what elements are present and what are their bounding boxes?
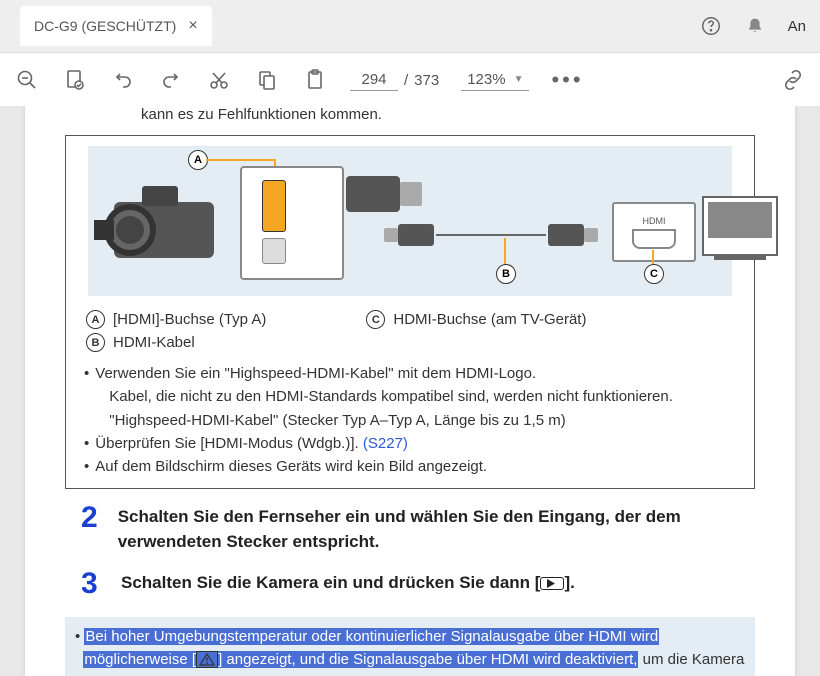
bell-icon[interactable] [744,15,766,37]
undo-icon[interactable] [110,67,136,93]
hdmi-diagram: A B HD [88,146,732,296]
redo-icon[interactable] [158,67,184,93]
page-total: 373 [414,72,439,89]
bullet-list: • Verwenden Sie ein "Highspeed-HDMI-Kabe… [84,362,742,478]
signin-link[interactable]: An [788,18,806,35]
callout-c: C [644,264,664,284]
callout-a: A [188,150,208,170]
step-2: 2 Schalten Sie den Fernseher ein und wäh… [25,489,795,554]
play-icon [540,577,564,590]
zoom-value: 123% [467,71,505,88]
cut-icon[interactable] [206,67,232,93]
clipboard-icon[interactable] [302,67,328,93]
tv-icon [702,196,778,256]
legend: A[HDMI]-Buchse (Typ A) BHDMI-Kabel CHDMI… [78,310,742,352]
info-box: A B HD [65,135,755,489]
callout-b: B [496,264,516,284]
camera-icon [94,174,234,270]
edit-pdf-icon[interactable] [62,67,88,93]
page-sep: / [404,72,408,89]
warning-icon [196,651,218,668]
note-box: • Bei hoher Umgebungstemperatur oder kon… [65,617,755,676]
zoom-dropdown[interactable]: 123% ▼ [461,69,529,91]
more-icon[interactable]: ••• [551,67,583,93]
page-control: / 373 [350,69,439,91]
tab-bar: DC-G9 (GESCHÜTZT) × An [0,0,820,53]
zoom-out-icon[interactable] [14,67,40,93]
step-3: 3 Schalten Sie die Kamera ein und drücke… [25,555,795,601]
tab-title: DC-G9 (GESCHÜTZT) [34,18,176,34]
port-panel [240,166,344,280]
toolbar: / 373 123% ▼ ••• [0,53,820,108]
legend-c: HDMI-Buchse (am TV-Gerät) [393,311,586,328]
close-icon[interactable]: × [188,17,197,35]
legend-a: [HDMI]-Buchse (Typ A) [113,311,266,328]
link-icon[interactable] [780,67,806,93]
truncated-line: kann es zu Fehlfunktionen kommen. [25,106,795,127]
legend-b: HDMI-Kabel [113,334,195,351]
page-content: kann es zu Fehlfunktionen kommen. A [25,106,795,676]
page-ref-link[interactable]: (S227) [363,435,408,452]
document-tab[interactable]: DC-G9 (GESCHÜTZT) × [20,6,212,46]
copy-icon[interactable] [254,67,280,93]
hdmi-plug-large [346,176,400,212]
document-viewer: kann es zu Fehlfunktionen kommen. A [0,106,820,676]
hdmi-socket: HDMI [612,202,696,262]
chevron-down-icon: ▼ [514,74,524,85]
page-input[interactable] [350,69,398,91]
help-icon[interactable] [700,15,722,37]
